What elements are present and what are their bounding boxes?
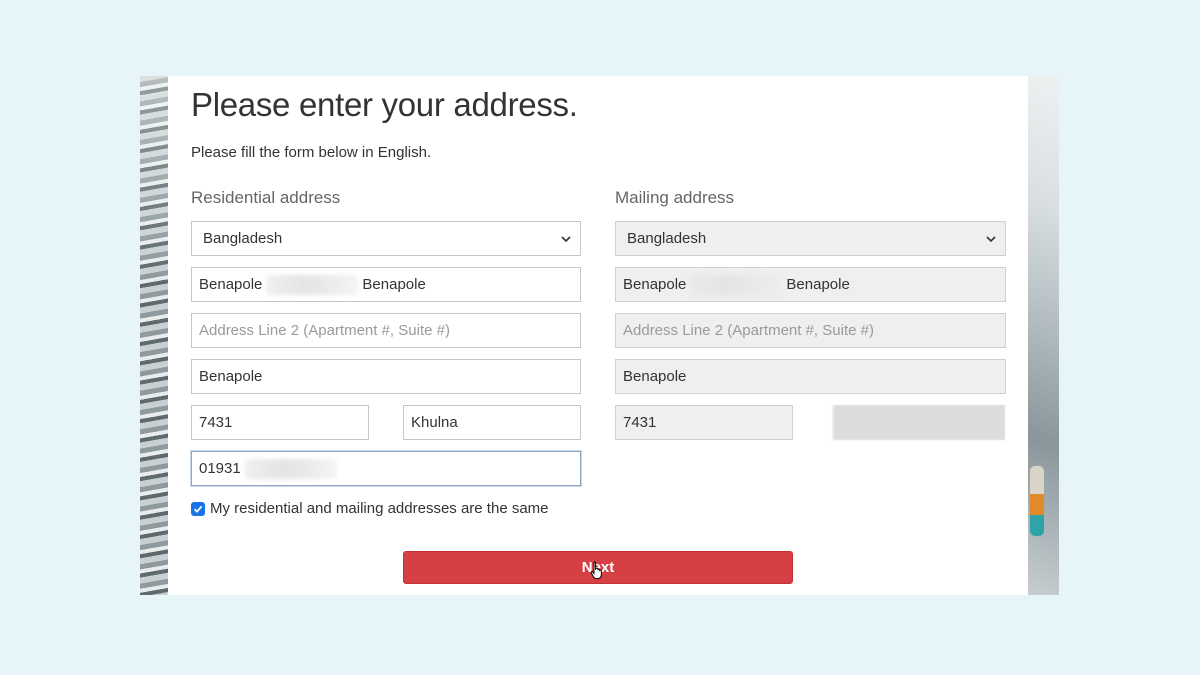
page-title: Please enter your address. xyxy=(191,86,578,123)
mailing-country-select[interactable]: Bangladesh xyxy=(615,221,1006,256)
mailing-address-line1-start: Benapole xyxy=(623,276,687,293)
page-subtitle: Please fill the form below in English. xyxy=(191,144,432,161)
mailing-city-input[interactable]: Benapole xyxy=(615,359,1006,394)
checkmark-icon xyxy=(193,505,203,513)
redacted-text xyxy=(244,459,337,480)
mailing-city-value: Benapole xyxy=(623,368,687,385)
mailing-address-line2-input[interactable]: Address Line 2 (Apartment #, Suite #) xyxy=(615,313,1006,348)
residential-postal-code-input[interactable]: 7431 xyxy=(191,405,369,440)
residential-address-line1-end: Benapole xyxy=(362,276,426,293)
residential-postal-code-value: 7431 xyxy=(199,414,233,431)
residential-city-input[interactable]: Benapole xyxy=(191,359,581,394)
residential-region-value: Khulna xyxy=(411,414,458,431)
chevron-down-icon xyxy=(561,236,571,243)
residential-address-line1-input[interactable]: Benapole Benapole xyxy=(191,267,581,302)
phone-value-prefix: 01931 xyxy=(199,460,241,477)
redacted-text xyxy=(690,275,783,296)
residential-address-label: Residential address xyxy=(191,188,341,207)
residential-address-line2-placeholder: Address Line 2 (Apartment #, Suite #) xyxy=(199,322,450,339)
mailing-postal-code-input[interactable]: 7431 xyxy=(615,405,793,440)
same-address-checkbox-row[interactable]: My residential and mailing addresses are… xyxy=(191,500,549,517)
mailing-address-line2-placeholder: Address Line 2 (Apartment #, Suite #) xyxy=(623,322,874,339)
mailing-postal-code-value: 7431 xyxy=(623,414,657,431)
background-photo-left xyxy=(140,76,168,595)
residential-city-value: Benapole xyxy=(199,368,263,385)
phone-input[interactable]: 01931 xyxy=(191,451,581,486)
mailing-region-input-redacted[interactable] xyxy=(832,405,1005,440)
background-photo-right xyxy=(1028,76,1059,595)
mailing-address-label: Mailing address xyxy=(615,188,735,207)
background-figure xyxy=(1030,466,1044,536)
mailing-country-value: Bangladesh xyxy=(627,230,707,247)
residential-country-value: Bangladesh xyxy=(203,230,283,247)
residential-address-line1-start: Benapole xyxy=(199,276,263,293)
hand-pointer-icon xyxy=(590,561,602,579)
residential-country-select[interactable]: Bangladesh xyxy=(191,221,581,256)
residential-region-input[interactable]: Khulna xyxy=(403,405,581,440)
redacted-text xyxy=(266,275,359,296)
same-address-checkbox[interactable] xyxy=(191,501,205,516)
chevron-down-icon xyxy=(986,236,996,243)
residential-address-line2-input[interactable]: Address Line 2 (Apartment #, Suite #) xyxy=(191,313,581,348)
mailing-address-line1-input[interactable]: Benapole Benapole xyxy=(615,267,1006,302)
mailing-address-line1-end: Benapole xyxy=(786,276,850,293)
same-address-label: My residential and mailing addresses are… xyxy=(210,500,549,517)
